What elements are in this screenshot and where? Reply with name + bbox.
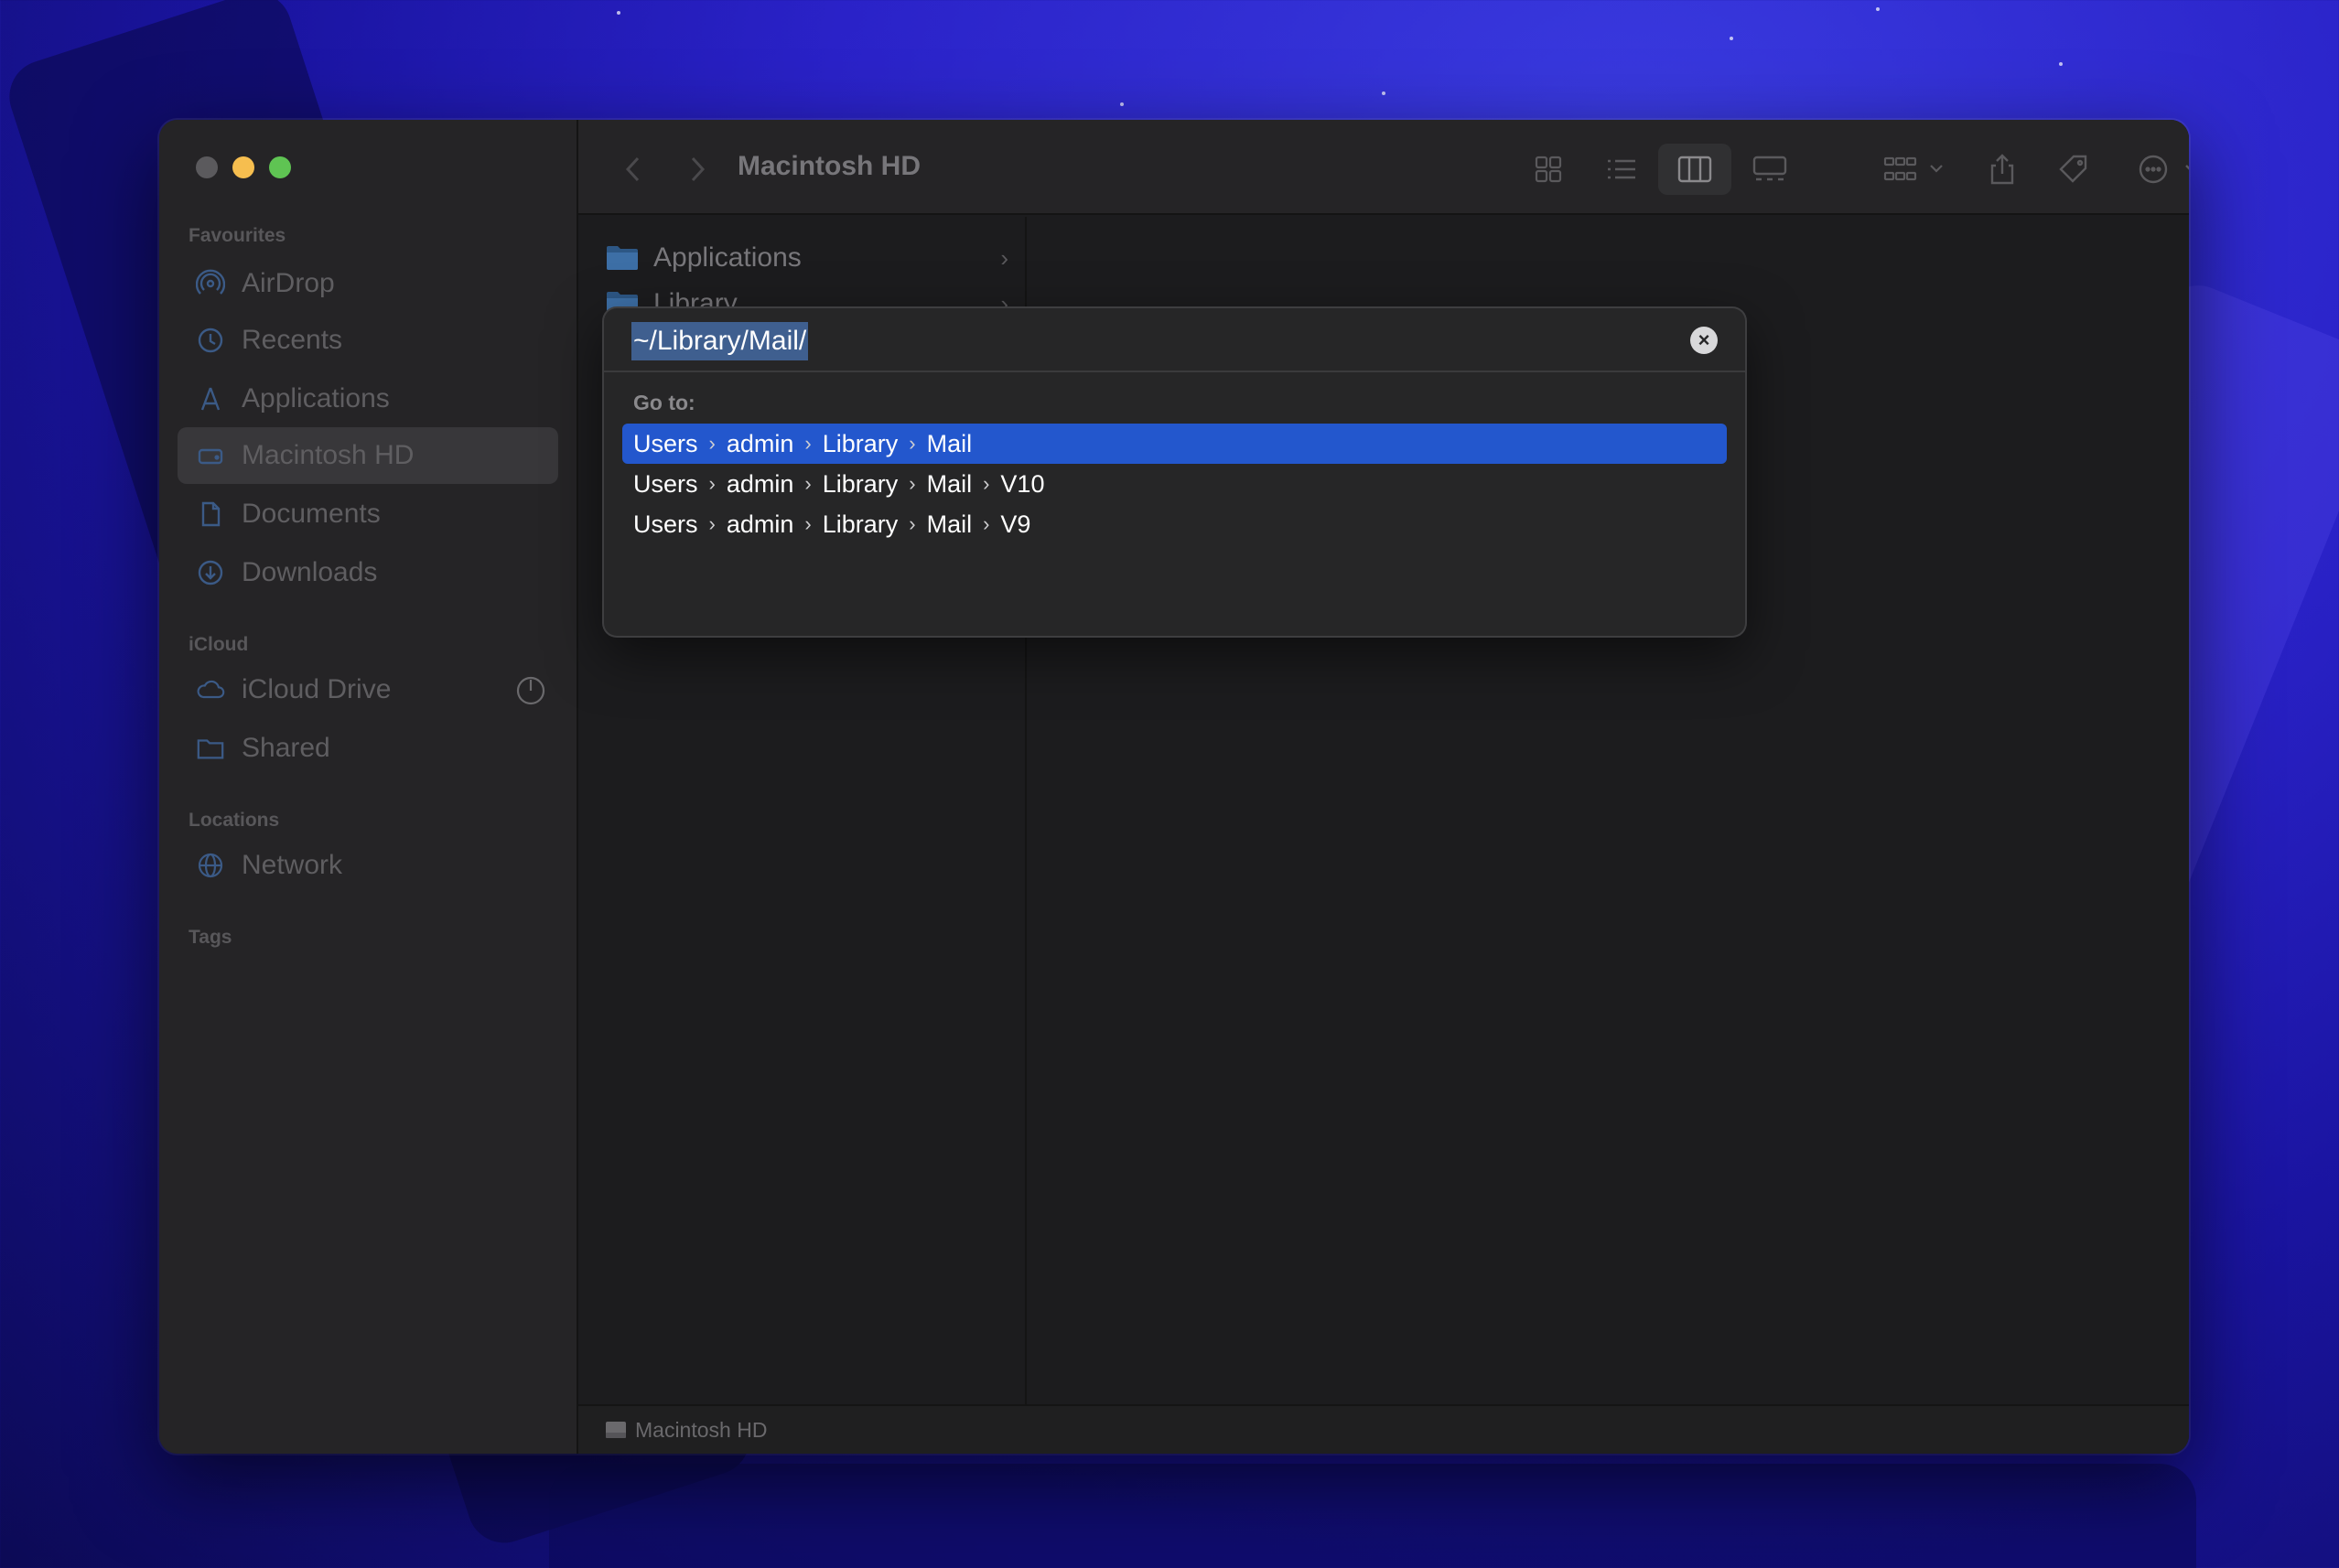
suggestion-row[interactable]: Users › admin › Library › Mail xyxy=(622,424,1727,464)
path-input-value[interactable]: ~/Library/Mail/ xyxy=(631,322,809,360)
path-segment: Users xyxy=(633,429,698,457)
tag-icon[interactable] xyxy=(2055,151,2092,188)
clock-icon xyxy=(196,326,225,355)
path-segment: Mail xyxy=(926,429,973,457)
sidebar-item-label: AirDrop xyxy=(242,268,335,298)
shared-folder-icon xyxy=(196,734,225,763)
sync-progress-icon xyxy=(516,676,545,710)
path-segment: V10 xyxy=(1000,469,1045,498)
path-bar-label[interactable]: Macintosh HD xyxy=(635,1418,767,1443)
sidebar-item-label: Downloads xyxy=(242,557,378,587)
sidebar-item-label: Network xyxy=(242,850,343,880)
sidebar-item-label: Shared xyxy=(242,733,330,763)
chevron-right-icon: › xyxy=(708,432,716,455)
minimize-window-button[interactable] xyxy=(232,156,254,178)
folder-icon xyxy=(606,244,639,272)
star xyxy=(1382,91,1385,95)
go-to-folder-dialog: ~/Library/Mail/ × Go to: Users › admin › Lib… xyxy=(604,308,1745,636)
sidebar-item-airdrop[interactable]: AirDrop xyxy=(178,255,558,312)
suggestion-row[interactable]: Users › admin › Library › Mail › V10 xyxy=(622,464,1727,504)
sidebar-item-downloads[interactable]: Downloads xyxy=(178,544,558,601)
close-window-button[interactable] xyxy=(196,156,218,178)
sidebar-item-label: Documents xyxy=(242,499,381,529)
sidebar-item-shared[interactable]: Shared xyxy=(178,720,558,777)
disk-icon xyxy=(604,1419,628,1441)
download-icon xyxy=(196,558,225,587)
globe-icon xyxy=(196,851,225,880)
applications-icon xyxy=(196,384,225,413)
forward-button[interactable] xyxy=(679,151,716,188)
star xyxy=(1876,7,1880,11)
window-title: Macintosh HD xyxy=(738,151,922,181)
sidebar-item-icloud-drive[interactable]: iCloud Drive xyxy=(178,661,558,718)
chevron-right-icon: › xyxy=(983,472,990,495)
chevron-right-icon: › xyxy=(1000,243,1008,272)
sidebar-item-label: Macintosh HD xyxy=(242,440,415,470)
path-segment: V9 xyxy=(1000,510,1031,538)
share-icon[interactable] xyxy=(1984,151,2021,188)
tags-section-title: Tags xyxy=(189,927,232,948)
sidebar-item-macintosh-hd[interactable]: Macintosh HD xyxy=(178,427,558,484)
path-input[interactable]: ~/Library/Mail/ × xyxy=(604,308,1745,372)
chevron-right-icon: › xyxy=(708,472,716,495)
path-segment: Mail xyxy=(926,469,973,498)
chevron-right-icon: › xyxy=(804,472,812,495)
star xyxy=(1730,37,1733,40)
disk-icon xyxy=(196,441,225,470)
icloud-section-title: iCloud xyxy=(189,634,249,655)
file-row-applications[interactable]: Applications › xyxy=(606,235,1008,281)
path-segment: Mail xyxy=(926,510,973,538)
chevron-right-icon: › xyxy=(804,512,812,535)
star xyxy=(2059,62,2063,66)
suggestion-row[interactable]: Users › admin › Library › Mail › V9 xyxy=(622,504,1727,544)
chevron-right-icon: › xyxy=(909,432,916,455)
chevron-right-icon: › xyxy=(909,512,916,535)
goto-label: Go to: xyxy=(633,391,695,414)
toolbar: Macintosh HD xyxy=(578,120,2189,215)
sidebar-item-applications[interactable]: Applications xyxy=(178,371,558,427)
back-button[interactable] xyxy=(615,151,652,188)
path-segment: admin xyxy=(726,469,794,498)
star xyxy=(617,11,620,15)
locations-section-title: Locations xyxy=(189,810,280,831)
path-segment: Library xyxy=(822,429,899,457)
sidebar-item-documents[interactable]: Documents xyxy=(178,486,558,542)
file-name: Applications xyxy=(653,242,802,273)
airdrop-icon xyxy=(196,269,225,298)
favourites-section-title: Favourites xyxy=(189,225,286,246)
sidebar-item-recents[interactable]: Recents xyxy=(178,312,558,369)
zoom-window-button[interactable] xyxy=(269,156,291,178)
path-bar: Macintosh HD xyxy=(578,1404,2189,1454)
chevron-right-icon: › xyxy=(983,512,990,535)
column-view-button[interactable] xyxy=(1676,151,1713,188)
sidebar-item-label: iCloud Drive xyxy=(242,674,392,704)
document-icon xyxy=(196,499,225,529)
path-segment: Users xyxy=(633,510,698,538)
path-segment: admin xyxy=(726,510,794,538)
chevron-right-icon: › xyxy=(804,432,812,455)
chevron-right-icon: › xyxy=(708,512,716,535)
icon-view-button[interactable] xyxy=(1530,151,1567,188)
wallpaper-streak xyxy=(549,1464,2196,1568)
path-segment: Library xyxy=(822,510,899,538)
sidebar-item-label: Applications xyxy=(242,383,390,413)
sidebar-item-network[interactable]: Network xyxy=(178,837,558,894)
chevron-right-icon: › xyxy=(909,472,916,495)
sidebar: Favourites AirDrop Recents Applications … xyxy=(159,120,578,1454)
path-segment: Library xyxy=(822,469,899,498)
gallery-view-button[interactable] xyxy=(1752,151,1788,188)
cloud-icon xyxy=(196,675,225,704)
star xyxy=(1120,102,1124,106)
list-view-button[interactable] xyxy=(1603,151,1640,188)
path-segment: Users xyxy=(633,469,698,498)
group-by-button[interactable] xyxy=(1880,151,1953,188)
clear-icon[interactable]: × xyxy=(1690,327,1718,354)
sidebar-item-label: Recents xyxy=(242,325,343,355)
path-segment: admin xyxy=(726,429,794,457)
more-actions-button[interactable] xyxy=(2134,151,2189,188)
